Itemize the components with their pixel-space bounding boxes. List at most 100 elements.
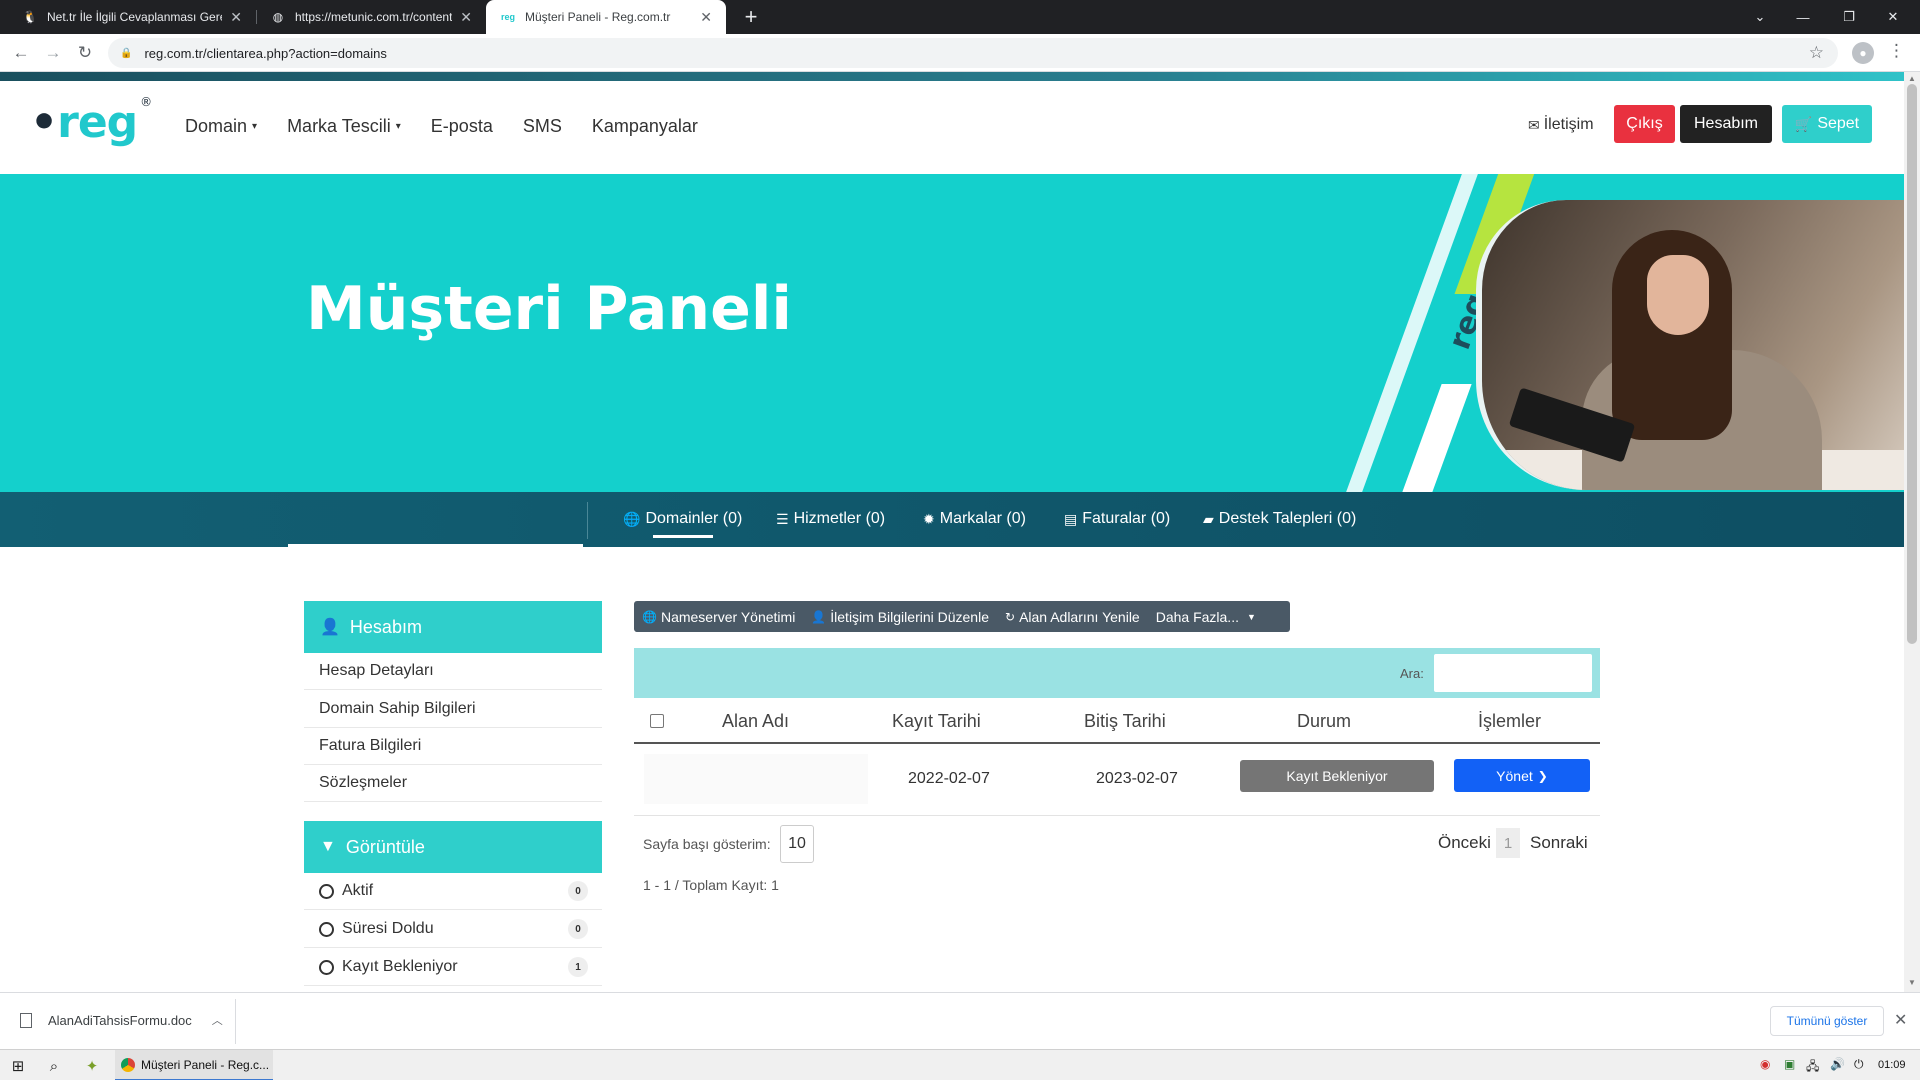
sidebar-item-account-details[interactable]: Hesap Detayları [304,653,602,690]
filter-item-label: Kayıt Bekleniyor [342,958,458,975]
app-pinned-icon[interactable]: ✦ [82,1056,102,1076]
reload-icon[interactable]: ↻ [72,40,98,66]
chevron-right-icon: ❯ [1537,768,1548,783]
count-badge: 0 [568,919,588,939]
tab-domains[interactable]: 🌐 Domainler (0) [623,510,742,528]
more-dropdown-button[interactable]: Daha Fazla... ▼ [1148,601,1264,632]
contact-link[interactable]: ✉ İletişim [1528,116,1594,134]
profile-avatar-icon[interactable]: ● [1852,42,1874,64]
cart-icon: 🛒 [1794,115,1813,132]
column-header-reg-date[interactable]: Kayıt Tarihi [892,711,981,732]
scrollbar-thumb[interactable] [1907,84,1917,644]
radio-icon[interactable] [319,959,334,975]
new-tab-icon[interactable]: + [738,4,764,30]
tab-search-icon[interactable]: ⌄ [1748,0,1772,34]
cart-button[interactable]: 🛒 Sepet [1782,105,1872,143]
table-search-bar: Ara: [634,648,1600,698]
manage-button[interactable]: Yönet ❯ [1454,759,1590,792]
select-all-checkbox[interactable] [650,714,664,728]
column-header-domain[interactable]: Alan Adı [722,711,789,732]
volume-icon[interactable]: 🔊 [1830,1057,1845,1071]
tab-support[interactable]: ▰ Destek Talepleri (0) [1203,510,1356,528]
browser-tab[interactable]: 🐧 Net.tr İle İlgili Cevaplanması Gere ✕ [8,0,256,34]
renew-domains-button[interactable]: ↻ Alan Adlarını Yenile [997,601,1148,632]
sidebar-item-contracts[interactable]: Sözleşmeler [304,765,602,802]
badge-icon: ✹ [923,510,935,527]
lock-icon: 🔒 [120,47,133,59]
browser-tab[interactable]: ◍ https://metunic.com.tr/content/b ✕ [256,0,486,34]
next-page-link[interactable]: Sonraki [1530,833,1588,853]
menu-item-email[interactable]: E-posta [431,116,493,137]
toolbar-label: Nameserver Yönetimi [660,608,796,625]
bookmark-star-icon[interactable]: ☆ [1809,43,1824,63]
forward-icon[interactable]: → [40,40,66,66]
page-size-select[interactable]: 10 [780,825,814,863]
close-tab-icon[interactable]: ✕ [230,9,242,26]
filter-item-active[interactable]: Aktif 0 [304,873,602,910]
nameserver-button[interactable]: 🌐 Nameserver Yönetimi [634,601,803,632]
domains-table-header: Alan Adı Kayıt Tarihi Bitiş Tarihi Durum… [634,698,1600,744]
hero-banner: Müşteri Paneli reg [0,174,1904,492]
nav-separator [587,502,588,539]
reg-date-cell: 2022-02-07 [908,770,990,787]
browser-menu-icon[interactable]: ⋮ [1888,41,1905,61]
show-all-button[interactable]: Tümünü göster [1770,1006,1884,1036]
page-scrollbar[interactable]: ▲ ▼ [1904,72,1920,992]
sidebar-item-billing-info[interactable]: Fatura Bilgileri [304,728,602,765]
list-icon: ☰ [776,510,789,527]
restore-icon[interactable]: ❐ [1836,0,1862,34]
taskbar-app-chrome[interactable]: Müşteri Paneli - Reg.c... [115,1050,273,1080]
back-icon[interactable]: ← [8,40,34,66]
close-tab-icon[interactable]: ✕ [700,9,712,26]
download-item[interactable]: AlanAdiTahsisFormu.doc ︿ [20,1012,223,1028]
current-page[interactable]: 1 [1496,828,1520,858]
expiry-date-cell: 2023-02-07 [1096,770,1178,787]
logout-button[interactable]: Çıkış [1614,105,1675,143]
tab-brands[interactable]: ✹ Markalar (0) [923,510,1026,528]
user-icon: 👤 [320,619,340,636]
tab-invoices[interactable]: ▤ Faturalar (0) [1064,510,1170,528]
scroll-down-icon[interactable]: ▼ [1908,978,1916,987]
close-downloads-icon[interactable]: ✕ [1894,1010,1907,1030]
network-icon[interactable]: 🖧 [1806,1057,1819,1078]
minimize-icon[interactable]: — [1790,0,1816,34]
hero-photo [1476,200,1904,490]
filter-item-expired[interactable]: Süresi Doldu 0 [304,911,602,948]
browser-tab-active[interactable]: reg Müşteri Paneli - Reg.com.tr ✕ [486,0,726,34]
search-icon[interactable]: ⌕ [44,1056,64,1076]
tray-security-icon[interactable]: ⏻ [1854,1057,1864,1072]
search-input[interactable] [1434,654,1592,692]
tray-gpu-icon[interactable]: ▣ [1784,1057,1795,1071]
menu-item-sms[interactable]: SMS [523,116,562,137]
column-header-expiry[interactable]: Bitiş Tarihi [1084,711,1166,732]
prev-page-link[interactable]: Önceki [1438,833,1491,853]
account-button[interactable]: Hesabım [1680,105,1772,143]
browser-toolbar: ← → ↻ 🔒 reg.com.tr/clientarea.php?action… [0,34,1920,72]
windows-start-icon[interactable]: ⊞ [8,1056,28,1076]
menu-item-domain[interactable]: Domain ▾ [185,116,257,137]
window-close-icon[interactable]: ✕ [1880,0,1906,34]
user-icon: 👤 [811,609,827,624]
clock[interactable]: 01:09 [1878,1059,1906,1071]
site-logo[interactable]: •reg ® [30,95,152,148]
menu-item-label: Marka Tescili [287,116,391,136]
scroll-up-icon[interactable]: ▲ [1908,74,1916,83]
tab-services[interactable]: ☰ Hizmetler (0) [776,510,885,528]
globe-icon: 🌐 [623,510,641,527]
sidebar-item-domain-owner[interactable]: Domain Sahip Bilgileri [304,691,602,728]
tray-app-icon[interactable]: ◉ [1760,1057,1770,1071]
radio-icon[interactable] [319,921,334,937]
menu-item-label: Domain [185,116,248,136]
menu-item-campaigns[interactable]: Kampanyalar [592,116,698,137]
registered-mark: ® [140,95,152,109]
close-tab-icon[interactable]: ✕ [460,9,472,26]
column-header-status[interactable]: Durum [1297,711,1351,732]
menu-item-trademark[interactable]: Marka Tescili ▾ [287,116,401,137]
sidebar-item-label: Fatura Bilgileri [319,737,422,754]
globe-icon: ◍ [272,10,284,24]
edit-contact-button[interactable]: 👤 İletişim Bilgilerini Düzenle [803,601,997,632]
chevron-up-icon[interactable]: ︿ [212,1012,223,1028]
radio-icon[interactable] [319,883,334,899]
address-bar[interactable]: 🔒 reg.com.tr/clientarea.php?action=domai… [108,38,1838,68]
filter-item-pending[interactable]: Kayıt Bekleniyor 1 [304,949,602,986]
